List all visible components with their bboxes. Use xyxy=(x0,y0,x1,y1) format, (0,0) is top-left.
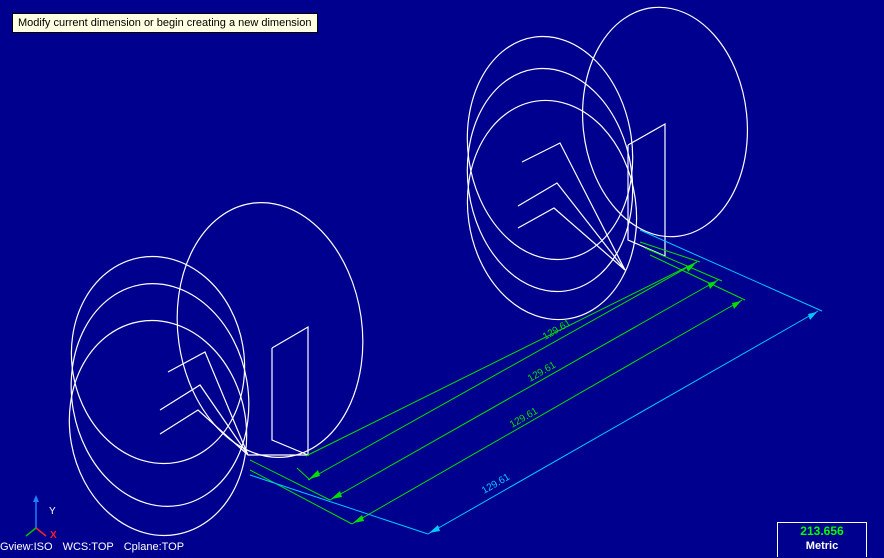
gview-status[interactable]: Gview:ISO xyxy=(0,541,53,553)
readout-value: 213.656 xyxy=(800,524,844,538)
left-wheel-geometry[interactable] xyxy=(53,190,379,549)
left-fin-1[interactable] xyxy=(167,351,249,456)
left-fin-3[interactable] xyxy=(159,409,249,456)
left-fin-2[interactable] xyxy=(159,384,249,456)
measurement-readout[interactable]: 213.656 Metric xyxy=(777,522,867,557)
graphics-viewport[interactable]: 129.61 129.61 129.61 129.61 Y X Modify c… xyxy=(0,0,884,558)
left-vertical-panel[interactable] xyxy=(271,325,309,456)
dimension-4[interactable] xyxy=(249,229,823,535)
z-axis-line xyxy=(25,527,37,537)
x-axis-line xyxy=(35,527,47,537)
command-tooltip: Modify current dimension or begin creati… xyxy=(12,13,318,33)
dimension-label-4[interactable]: 129.61 xyxy=(480,472,512,497)
dimension-label-2[interactable]: 129.61 xyxy=(526,360,558,385)
right-fin-2[interactable] xyxy=(517,182,626,271)
wcs-status[interactable]: WCS:TOP xyxy=(63,541,114,553)
left-ellipse-3[interactable] xyxy=(53,306,264,549)
right-wheel-geometry[interactable] xyxy=(453,0,758,331)
cad-scene[interactable]: 129.61 129.61 129.61 129.61 Y X xyxy=(0,0,884,558)
left-ellipse-back[interactable] xyxy=(161,190,379,469)
y-axis-label: Y xyxy=(49,506,56,517)
dimension-2[interactable] xyxy=(249,247,723,501)
view-status-bar: Gview:ISO WCS:TOP Cplane:TOP xyxy=(0,539,194,555)
y-axis-arrow xyxy=(33,495,39,502)
right-ellipse-3[interactable] xyxy=(454,89,651,330)
dimension-1[interactable] xyxy=(296,241,701,481)
cplane-status[interactable]: Cplane:TOP xyxy=(124,541,184,553)
readout-units[interactable]: Metric xyxy=(778,539,866,554)
axis-triad: Y X xyxy=(25,495,57,541)
dimension-arrowheads xyxy=(309,264,741,523)
dimension-label-1[interactable]: 129.61 xyxy=(541,318,573,343)
